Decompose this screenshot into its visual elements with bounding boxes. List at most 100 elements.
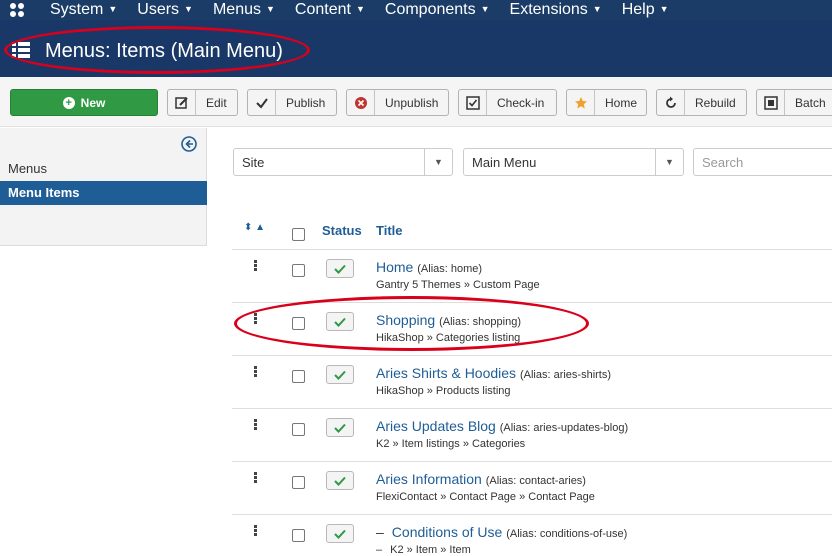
item-title: Aries Updates Blog (Alias: aries-updates…	[376, 418, 628, 434]
nav-help[interactable]: Help ▼	[622, 0, 669, 20]
item-title-link[interactable]: Aries Updates Blog	[376, 418, 496, 434]
batch-icon	[757, 90, 785, 115]
nav-extensions[interactable]: Extensions ▼	[510, 0, 602, 20]
menu-select-value: Main Menu	[472, 155, 537, 170]
checkin-button[interactable]: Check-in	[458, 89, 557, 116]
refresh-icon	[657, 90, 685, 115]
caret-down-icon: ▼	[592, 4, 602, 14]
item-title-link[interactable]: Aries Shirts & Hoodies	[376, 365, 516, 381]
item-title: Home (Alias: home)	[376, 259, 482, 275]
check-icon	[334, 423, 346, 433]
star-icon	[567, 90, 595, 115]
item-title-link[interactable]: Conditions of Use	[392, 524, 503, 540]
item-type: Gantry 5 Themes » Custom Page	[376, 279, 540, 291]
item-title-link[interactable]: Home	[376, 259, 413, 275]
drag-handle-icon[interactable]	[254, 366, 258, 378]
item-type: – K2 » Item » Item	[376, 544, 471, 556]
toolbar: + New Edit Publish Unpublish Check-in Ho…	[0, 77, 832, 127]
publish-label: Publish	[286, 95, 326, 110]
home-button[interactable]: Home	[566, 89, 647, 116]
nav-label: Help	[621, 1, 655, 18]
row-checkbox[interactable]	[292, 423, 305, 436]
sidebar-item-menu-items[interactable]: Menu Items	[0, 181, 207, 205]
new-label: New	[80, 95, 106, 110]
collapse-sidebar-icon[interactable]	[181, 136, 197, 152]
row-checkbox[interactable]	[292, 529, 305, 542]
nav-label: Extensions	[509, 1, 588, 18]
client-select[interactable]: Site ▼	[233, 148, 453, 176]
edit-label: Edit	[206, 95, 227, 110]
caret-down-icon: ▼	[480, 4, 490, 14]
nav-menus[interactable]: Menus ▼	[213, 0, 275, 20]
select-all-checkbox[interactable]	[292, 228, 305, 241]
row-checkbox[interactable]	[292, 476, 305, 489]
level-indicator: –	[376, 524, 384, 540]
chevron-down-icon: ▼	[655, 149, 683, 175]
unpublish-icon	[347, 90, 375, 115]
drag-handle-icon[interactable]	[254, 472, 258, 484]
checkbox-icon	[459, 90, 487, 115]
table-row: Aries Shirts & Hoodies (Alias: aries-shi…	[232, 356, 832, 409]
edit-icon	[168, 90, 196, 115]
row-checkbox[interactable]	[292, 370, 305, 383]
published-status-button[interactable]	[326, 471, 354, 490]
item-alias: (Alias: conditions-of-use)	[506, 528, 628, 540]
nav-label: Components	[384, 1, 476, 18]
nav-content[interactable]: Content ▼	[295, 0, 365, 20]
edit-button[interactable]: Edit	[167, 89, 238, 116]
sort-icon[interactable]: ⬍ ▲	[244, 222, 265, 233]
caret-down-icon: ▼	[184, 4, 193, 14]
drag-handle-icon[interactable]	[254, 260, 258, 272]
published-status-button[interactable]	[326, 259, 354, 278]
batch-button[interactable]: Batch	[756, 89, 832, 116]
drag-handle-icon[interactable]	[254, 525, 258, 537]
check-icon	[334, 264, 346, 274]
item-title-link[interactable]: Aries Information	[376, 471, 482, 487]
item-type: HikaShop » Products listing	[376, 385, 511, 397]
nav-label: Content	[294, 1, 351, 18]
status-column-header[interactable]: Status	[322, 223, 362, 238]
title-column-header[interactable]: Title	[376, 223, 403, 238]
checkin-label: Check-in	[497, 95, 545, 110]
unpublish-label: Unpublish	[385, 95, 439, 110]
new-button[interactable]: + New	[10, 89, 158, 116]
level-indicator: –	[376, 544, 383, 556]
item-alias: (Alias: aries-shirts)	[519, 369, 612, 381]
caret-down-icon: ▼	[108, 4, 118, 14]
published-status-button[interactable]	[326, 524, 354, 543]
rebuild-button[interactable]: Rebuild	[656, 89, 747, 116]
item-type: FlexiContact » Contact Page » Contact Pa…	[376, 491, 595, 503]
published-status-button[interactable]	[326, 418, 354, 437]
table-row: – Conditions of Use (Alias: conditions-of…	[232, 515, 832, 556]
nav-label: Users	[137, 1, 180, 18]
search-input[interactable]: Search	[693, 148, 832, 176]
batch-label: Batch	[795, 95, 826, 110]
publish-button[interactable]: Publish	[247, 89, 337, 116]
unpublish-button[interactable]: Unpublish	[346, 89, 449, 116]
row-checkbox[interactable]	[292, 264, 305, 277]
page-header: Menus: Items (Main Menu)	[0, 20, 832, 77]
top-navbar: System ▼ Users ▼ Menus ▼ Content ▼ Component…	[0, 0, 832, 20]
annotation-ellipse	[4, 26, 310, 74]
sidebar-item-menus[interactable]: Menus	[8, 161, 47, 176]
table-header: ⬍ ▲ Status Title	[232, 218, 832, 250]
item-type: K2 » Item listings » Categories	[376, 438, 526, 450]
rebuild-label: Rebuild	[695, 95, 736, 110]
nav-users[interactable]: Users ▼	[137, 0, 193, 20]
joomla-logo-icon[interactable]	[8, 1, 26, 19]
chevron-down-icon: ▼	[424, 149, 452, 175]
table-row: Aries Information (Alias: contact-aries)…	[232, 462, 832, 515]
menu-select[interactable]: Main Menu ▼	[463, 148, 684, 176]
caret-down-icon: ▼	[266, 4, 275, 14]
nav-system[interactable]: System ▼	[50, 0, 117, 20]
table-row: Aries Updates Blog (Alias: aries-updates…	[232, 409, 832, 462]
plus-circle-icon: +	[62, 96, 75, 109]
check-icon	[334, 529, 346, 539]
published-status-button[interactable]	[326, 365, 354, 384]
nav-label: System	[50, 1, 104, 18]
drag-handle-icon[interactable]	[254, 419, 258, 431]
sidebar: Menus Menu Items	[0, 128, 207, 246]
table-row: Home (Alias: home) Gantry 5 Themes » Cus…	[232, 250, 832, 303]
home-label: Home	[605, 95, 638, 110]
nav-components[interactable]: Components ▼	[385, 0, 490, 20]
